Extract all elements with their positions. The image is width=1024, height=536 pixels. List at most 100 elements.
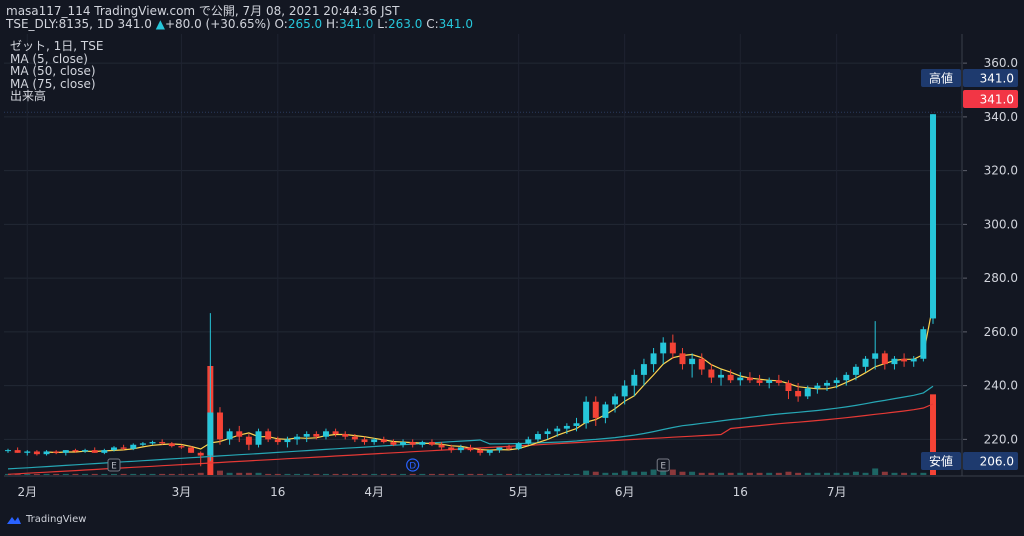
event-marker[interactable]: E xyxy=(107,458,121,472)
y-tick-label: 360.0 xyxy=(984,56,1018,70)
volume-bar xyxy=(236,472,243,475)
x-tick-label: 16 xyxy=(270,485,285,499)
candle-body xyxy=(824,382,830,386)
volume-bar xyxy=(159,473,166,475)
volume-bar xyxy=(891,472,898,475)
volume-bar xyxy=(698,472,705,475)
candle-body xyxy=(91,450,98,453)
y-tick-label: 280.0 xyxy=(984,271,1018,285)
up-arrow-icon: ▲ xyxy=(155,17,165,31)
candle-body xyxy=(592,401,599,418)
legend-ma50[interactable]: MA (50, close) xyxy=(10,65,103,78)
volume-bar xyxy=(901,472,908,475)
volume-bar xyxy=(255,472,262,475)
y-tick-label: 240.0 xyxy=(984,379,1018,393)
candle-body xyxy=(708,369,715,378)
candle-body xyxy=(43,451,50,455)
candle-body xyxy=(621,385,628,397)
candle-body xyxy=(332,431,339,434)
volume-bar xyxy=(515,473,522,475)
candle-body xyxy=(390,442,397,445)
candle-body xyxy=(862,358,869,367)
candle-body xyxy=(612,396,619,405)
candle-body xyxy=(101,450,108,453)
open-value: 265.0 xyxy=(287,17,323,31)
candle-body xyxy=(361,439,368,443)
candle-body xyxy=(111,447,117,451)
volume-bar xyxy=(438,473,445,475)
volume-bar xyxy=(640,471,647,475)
ohlc-header: TSE_DLY:8135, 1D 341.0 ▲+80.0 (+30.65%) … xyxy=(6,17,473,31)
candle-body xyxy=(409,442,416,445)
candle-body xyxy=(766,380,773,383)
candle-body xyxy=(689,358,696,365)
candle-body xyxy=(852,366,859,375)
volume-bar xyxy=(149,473,156,475)
candle-body xyxy=(804,388,811,397)
candle-body xyxy=(718,374,725,378)
candle-body xyxy=(188,447,195,453)
volume-bar xyxy=(534,473,541,475)
volume-bar xyxy=(669,469,676,475)
volume-bar xyxy=(592,471,599,475)
volume-bar xyxy=(795,472,802,475)
event-marker[interactable]: E xyxy=(656,458,670,472)
volume-bar xyxy=(881,471,888,475)
volume-bar xyxy=(727,472,734,475)
volume-bar xyxy=(101,473,108,475)
candle-body xyxy=(737,377,744,381)
candle-body xyxy=(640,364,647,375)
tradingview-footer[interactable]: TradingView xyxy=(6,514,86,525)
candle xyxy=(255,428,262,448)
legend-volume[interactable]: 出来高 xyxy=(10,90,103,103)
candle-body xyxy=(284,439,291,443)
candle-body xyxy=(72,450,79,452)
volume-bar xyxy=(910,472,917,475)
volume-bar xyxy=(737,472,744,475)
low-label-badge: 安値 xyxy=(929,454,953,469)
candle-body xyxy=(5,450,11,452)
candle-body xyxy=(294,436,301,440)
candle-body xyxy=(486,450,493,453)
volume-bar xyxy=(139,473,146,475)
candle-body xyxy=(255,431,262,445)
volume-bar xyxy=(525,473,532,475)
volume-bar xyxy=(284,473,291,475)
volume-bar xyxy=(409,473,416,475)
candle-body xyxy=(438,444,445,448)
candle-body xyxy=(525,439,532,444)
candle-body xyxy=(342,434,349,437)
candle-body xyxy=(534,434,541,440)
last-price-badge: 341.0 xyxy=(980,93,1014,107)
volume-bar xyxy=(351,473,358,475)
candle-body xyxy=(496,447,503,451)
candle-body xyxy=(901,358,908,362)
event-marker[interactable]: D xyxy=(406,458,420,472)
volume-bar xyxy=(226,472,233,475)
candle-body xyxy=(322,431,329,437)
volume-bar xyxy=(216,470,223,475)
legend-title[interactable]: ゼット, 1日, TSE xyxy=(10,40,103,53)
tradingview-logo-icon xyxy=(7,516,21,524)
candle-body xyxy=(62,450,69,453)
candle-body xyxy=(746,377,753,381)
candle-body xyxy=(477,450,484,453)
volume-bar xyxy=(631,471,638,475)
candle-body xyxy=(197,452,204,456)
time-axis: 2月 3月 16 4月 5月 6月 16 7月 xyxy=(17,485,846,499)
candle-body xyxy=(814,385,821,389)
volume-bar xyxy=(178,473,185,475)
candle-body xyxy=(400,442,407,445)
candle-body xyxy=(14,450,21,453)
volume-bar xyxy=(833,472,840,475)
candle-body xyxy=(573,423,580,426)
x-tick-label: 2月 xyxy=(17,485,37,499)
volume-bar xyxy=(400,473,407,475)
candle-body xyxy=(303,434,310,437)
candle-body xyxy=(82,450,89,452)
candle-body xyxy=(669,342,676,354)
price-chart[interactable]: 220.0 240.0 260.0 280.0 300.0 320.0 340.0 360.0… xyxy=(0,0,1024,536)
footer-brand: TradingView xyxy=(26,514,87,525)
indicator-legend[interactable]: ゼット, 1日, TSE MA (5, close) MA (50, close… xyxy=(10,40,103,103)
candle-body xyxy=(120,447,127,449)
